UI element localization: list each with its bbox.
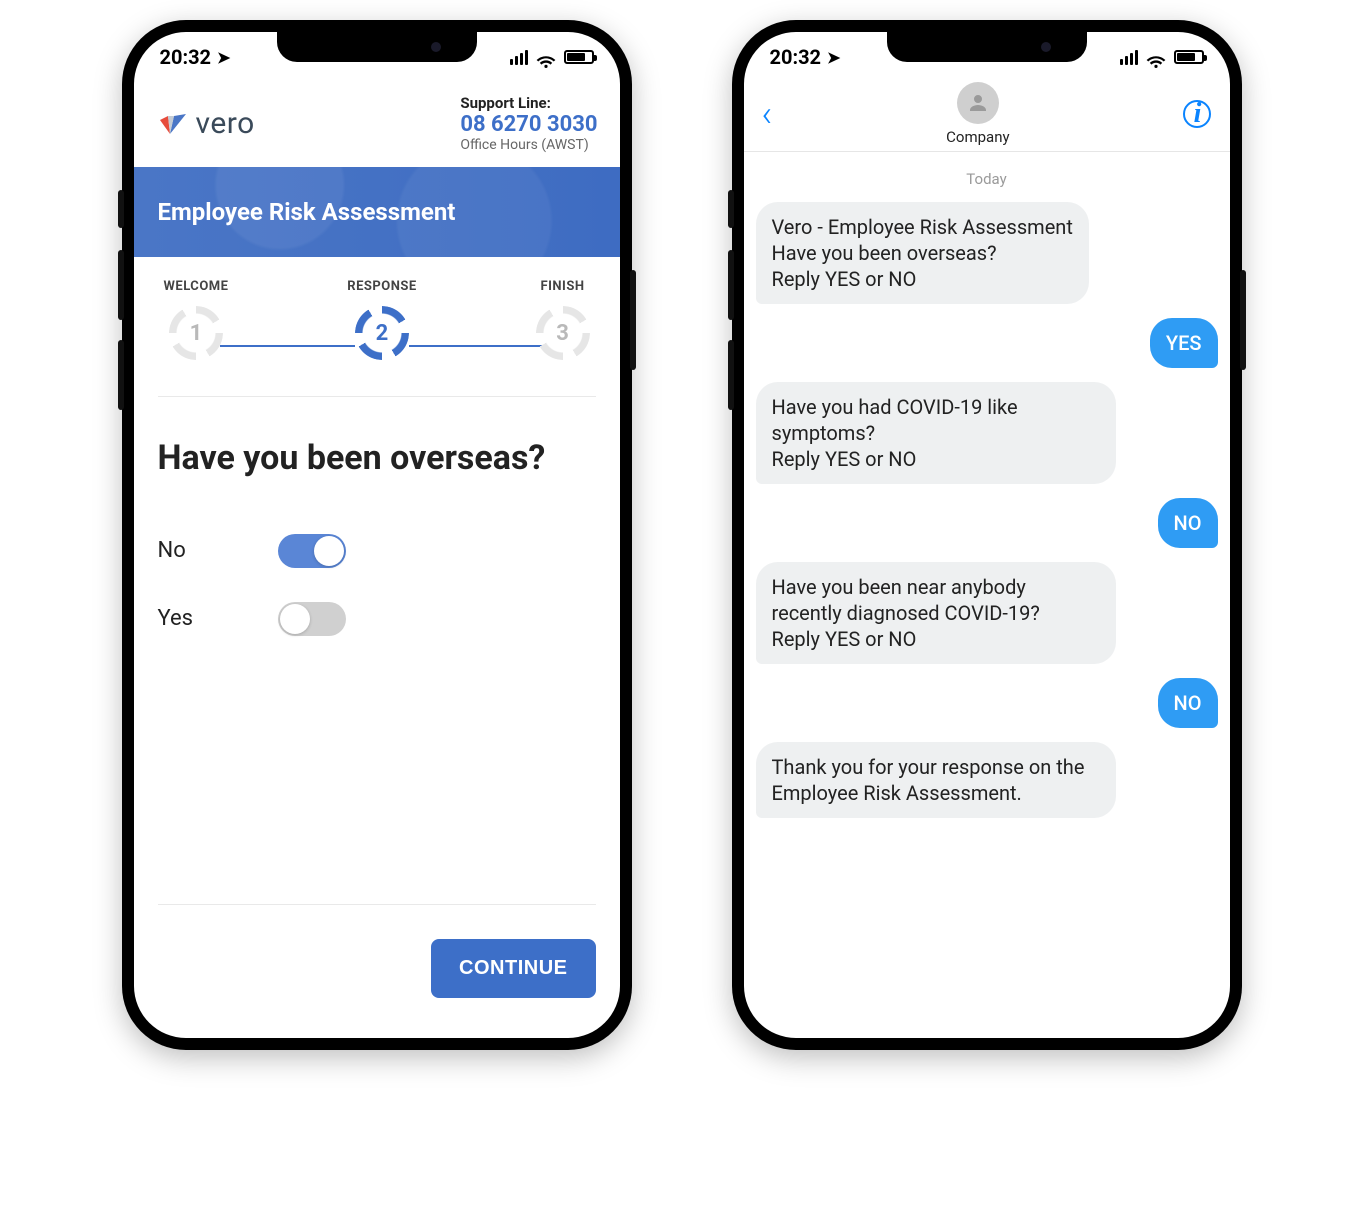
status-time: 20:32	[160, 45, 212, 69]
cellular-icon	[1120, 50, 1138, 65]
brand-logo: vero	[156, 106, 255, 141]
phone-notch	[887, 32, 1087, 62]
message-incoming: Thank you for your response on the Emplo…	[756, 742, 1116, 818]
status-time: 20:32	[770, 45, 822, 69]
message-incoming: Have you had COVID-19 like symptoms?Repl…	[756, 382, 1116, 484]
back-button[interactable]: ‹	[762, 96, 773, 132]
message-incoming: Have you been near anybody recently diag…	[756, 562, 1116, 664]
wifi-icon	[1146, 50, 1166, 64]
contact-name: Company	[946, 128, 1009, 146]
message-incoming: Vero - Employee Risk AssessmentHave you …	[756, 202, 1089, 304]
toggle-yes[interactable]	[278, 602, 346, 636]
page-title: Employee Risk Assessment	[158, 198, 456, 226]
message-outgoing: NO	[1158, 678, 1218, 728]
option-label-yes: Yes	[158, 606, 198, 631]
messages-thread[interactable]: Today Vero - Employee Risk AssessmentHav…	[744, 152, 1230, 832]
continue-button[interactable]: CONTINUE	[431, 939, 595, 998]
stepper: WELCOME 1 RESPONSE 2 FINISH	[158, 279, 596, 360]
location-icon: ➤	[827, 48, 840, 67]
contact[interactable]: Company	[946, 82, 1009, 146]
wifi-icon	[536, 50, 556, 64]
info-button[interactable]: i	[1183, 100, 1211, 128]
phone-notch	[277, 32, 477, 62]
battery-icon	[1174, 50, 1204, 64]
messages-header: ‹ Company i	[744, 76, 1230, 152]
toggle-no[interactable]	[278, 534, 346, 568]
avatar-icon	[957, 82, 999, 124]
thread-date: Today	[756, 170, 1218, 188]
phone-mockup-app: 20:32 ➤ vero	[122, 20, 632, 1050]
step-finish: FINISH 3	[536, 279, 590, 360]
step-welcome: WELCOME 1	[164, 279, 229, 360]
brand-name: vero	[196, 106, 255, 141]
support-heading: Support Line:	[460, 94, 597, 112]
option-row-yes: Yes	[158, 602, 596, 636]
message-outgoing: NO	[1158, 498, 1218, 548]
support-hours: Office Hours (AWST)	[460, 137, 597, 153]
cellular-icon	[510, 50, 528, 65]
battery-icon	[564, 50, 594, 64]
option-row-no: No	[158, 534, 596, 568]
question-text: Have you been overseas?	[158, 437, 596, 480]
brand-logo-icon	[156, 108, 188, 140]
support-info: Support Line: 08 6270 3030 Office Hours …	[460, 94, 597, 153]
hero-banner: Employee Risk Assessment	[134, 167, 620, 257]
option-label-no: No	[158, 538, 198, 563]
support-phone[interactable]: 08 6270 3030	[460, 112, 597, 137]
location-icon: ➤	[217, 48, 230, 67]
step-response: RESPONSE 2	[347, 279, 416, 360]
phone-mockup-messages: 20:32 ➤ ‹ Company i Today	[732, 20, 1242, 1050]
message-outgoing: YES	[1150, 318, 1218, 368]
app-header: vero Support Line: 08 6270 3030 Office H…	[134, 76, 620, 167]
